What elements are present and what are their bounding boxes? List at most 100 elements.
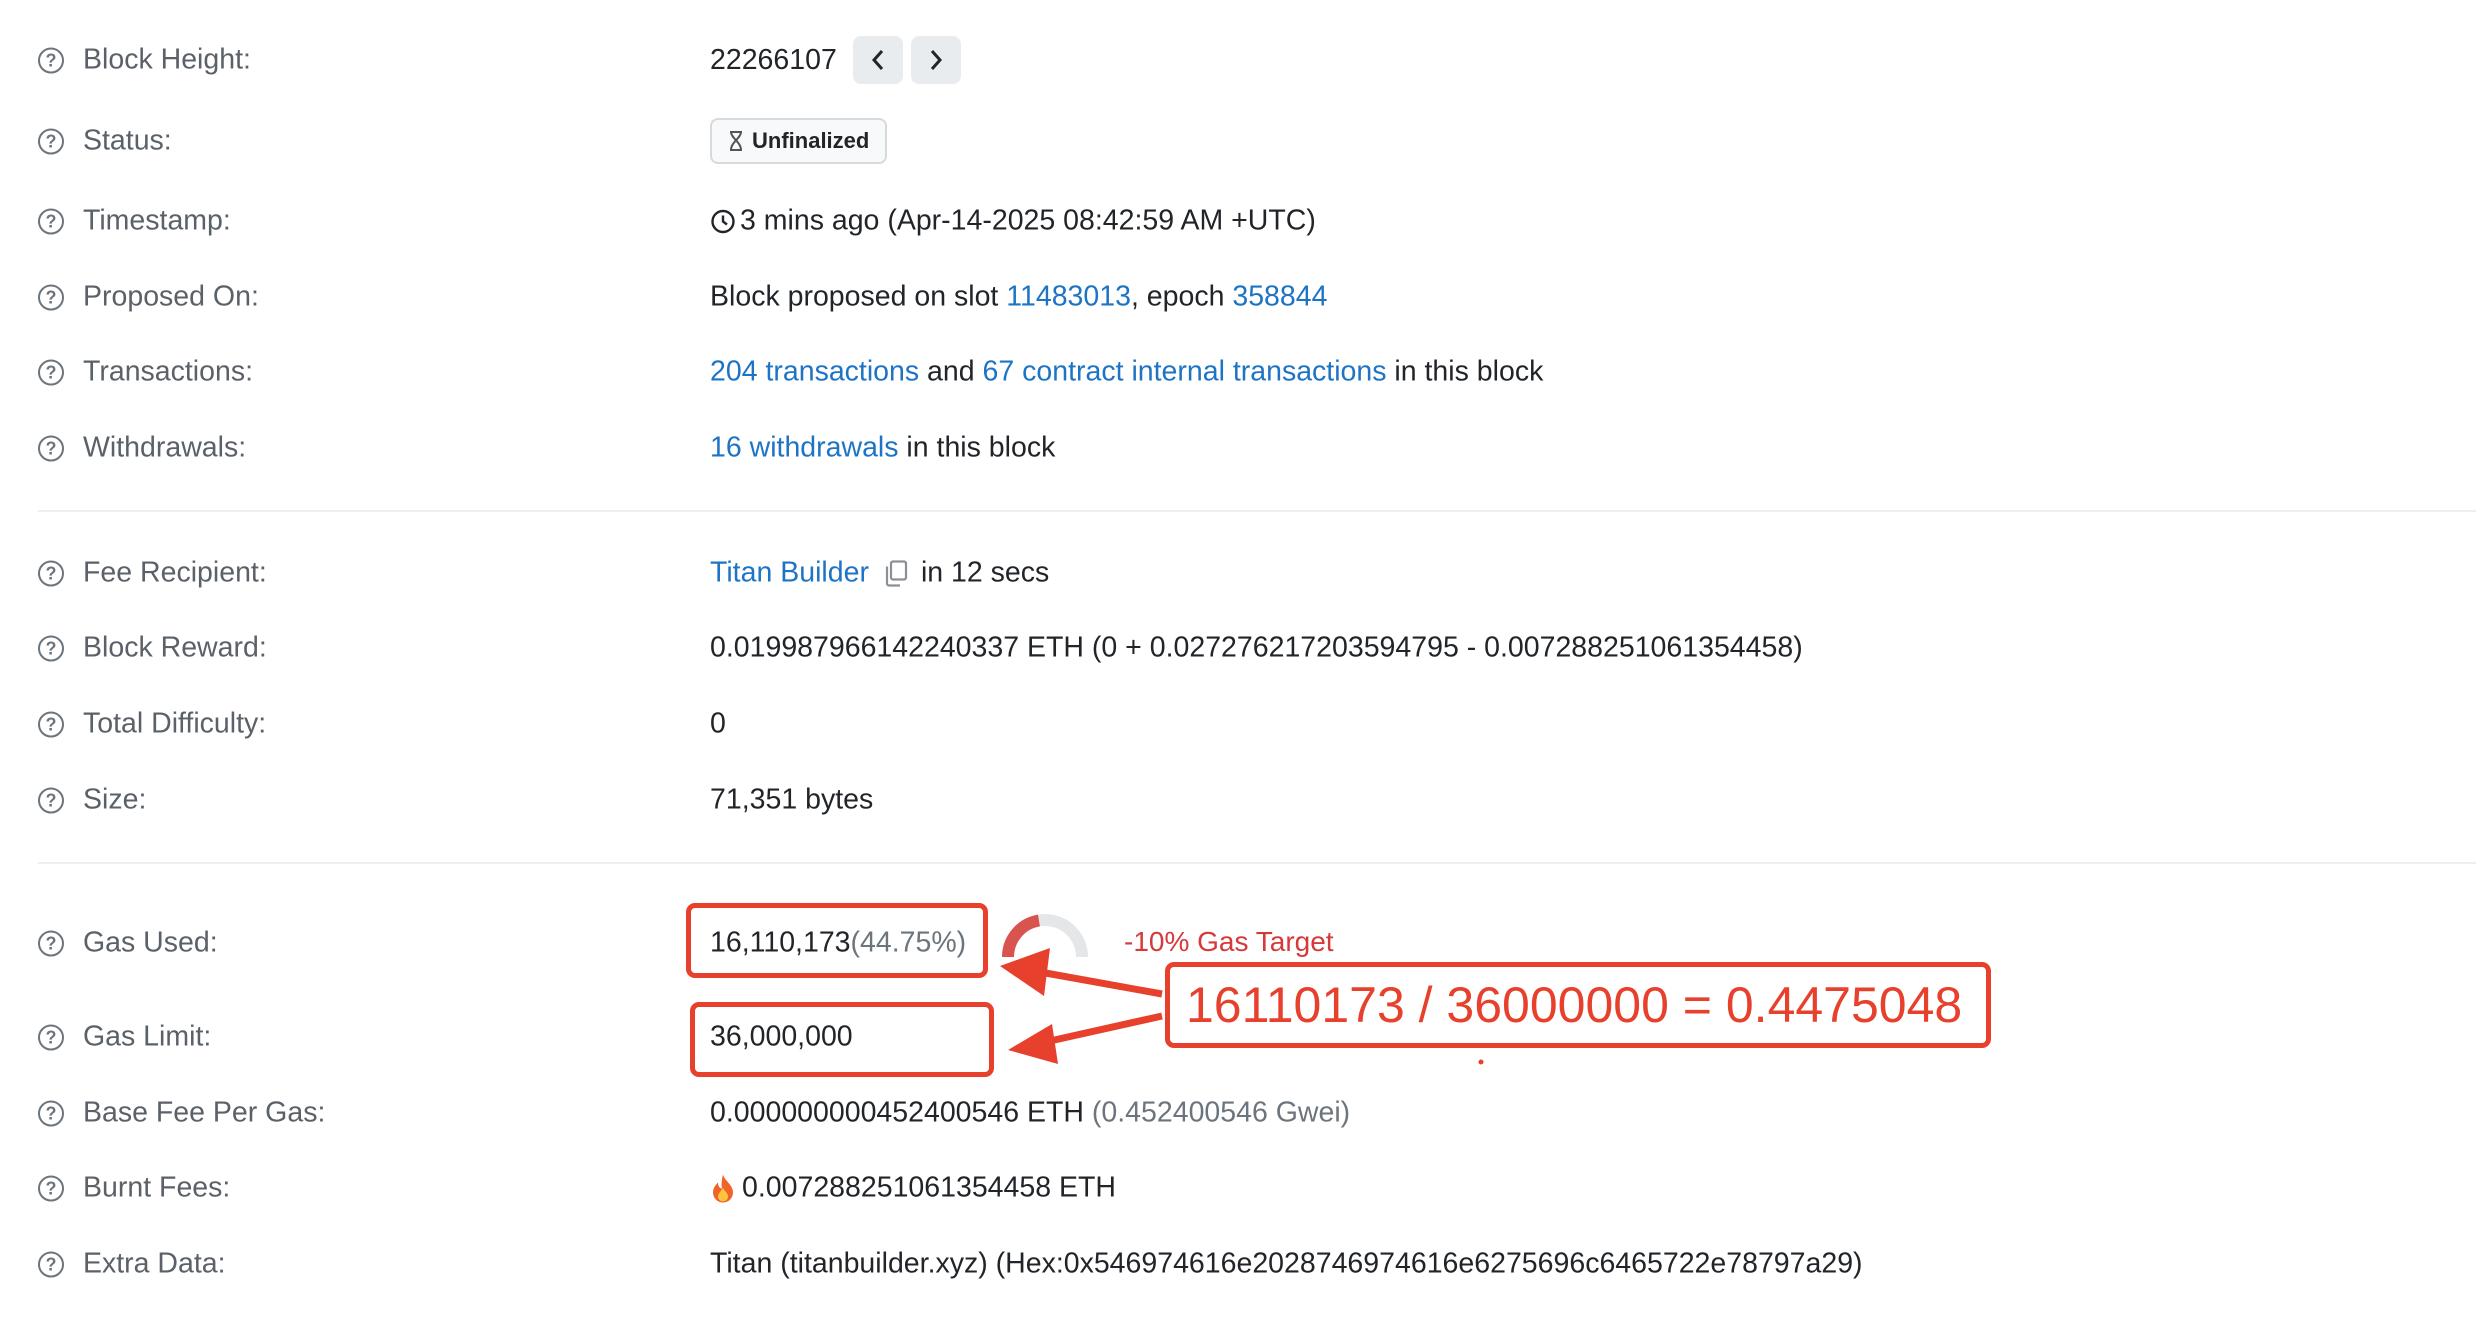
extra-data-value: Titan (titanbuilder.xyz) (Hex:0x54697461… bbox=[710, 1247, 1863, 1280]
value-extra-data: Titan (titanbuilder.xyz) (Hex:0x54697461… bbox=[710, 1248, 1863, 1281]
label-gas-used: ? Gas Used: bbox=[38, 927, 218, 960]
help-icon[interactable]: ? bbox=[38, 128, 64, 154]
transactions-link[interactable]: 204 transactions bbox=[710, 356, 919, 389]
value-burnt-fees: 0.007288251061354458 ETH bbox=[710, 1172, 1116, 1205]
help-icon[interactable]: ? bbox=[38, 359, 64, 385]
label-text: Total Difficulty: bbox=[83, 707, 267, 740]
label-text: Transactions: bbox=[83, 355, 254, 388]
label-burnt-fees: ? Burnt Fees: bbox=[38, 1172, 230, 1205]
proposed-middle: , epoch bbox=[1130, 280, 1233, 313]
help-icon[interactable]: ? bbox=[38, 711, 64, 737]
label-withdrawals: ? Withdrawals: bbox=[38, 432, 246, 465]
internal-transactions-link[interactable]: 67 contract internal transactions bbox=[983, 356, 1387, 389]
size-value: 71,351 bytes bbox=[710, 783, 874, 816]
row-status: ? Status: Unfinalized bbox=[0, 111, 2476, 171]
withdrawals-link[interactable]: 16 withdrawals bbox=[710, 432, 899, 465]
label-size: ? Size: bbox=[38, 784, 146, 817]
label-transactions: ? Transactions: bbox=[38, 356, 253, 389]
label-text: Size: bbox=[83, 783, 147, 816]
row-timestamp: ? Timestamp: 3 mins ago (Apr-14-2025 08:4… bbox=[0, 191, 2476, 251]
label-text: Block Height: bbox=[83, 43, 251, 76]
label-status: ? Status: bbox=[38, 125, 172, 158]
timestamp-value: 3 mins ago (Apr-14-2025 08:42:59 AM +UTC… bbox=[740, 204, 1316, 237]
label-text: Block Reward: bbox=[83, 631, 267, 664]
row-withdrawals: ? Withdrawals: 16 withdrawals in this blo… bbox=[0, 418, 2476, 478]
chevron-right-icon bbox=[930, 50, 942, 70]
label-text: Withdrawals: bbox=[83, 431, 247, 464]
epoch-link[interactable]: 358844 bbox=[1232, 281, 1327, 314]
help-icon[interactable]: ? bbox=[38, 635, 64, 661]
help-icon[interactable]: ? bbox=[38, 560, 64, 586]
help-icon[interactable]: ? bbox=[38, 435, 64, 461]
value-total-difficulty: 0 bbox=[710, 708, 726, 741]
value-transactions: 204 transactions and 67 contract interna… bbox=[710, 356, 1543, 389]
row-size: ? Size: 71,351 bytes bbox=[0, 770, 2476, 830]
row-block-height: ? Block Height: 22266107 bbox=[0, 30, 2476, 90]
label-fee-recipient: ? Fee Recipient: bbox=[38, 557, 267, 590]
value-timestamp: 3 mins ago (Apr-14-2025 08:42:59 AM +UTC… bbox=[710, 205, 1316, 238]
help-icon[interactable]: ? bbox=[38, 1251, 64, 1277]
base-fee-gwei: (0.452400546 Gwei) bbox=[1091, 1096, 1351, 1129]
hourglass-icon bbox=[730, 131, 742, 151]
label-block-reward: ? Block Reward: bbox=[38, 632, 267, 665]
label-timestamp: ? Timestamp: bbox=[38, 205, 231, 238]
prev-block-button[interactable] bbox=[852, 36, 903, 84]
help-icon[interactable]: ? bbox=[38, 1175, 64, 1201]
clock-icon bbox=[711, 209, 735, 233]
total-difficulty-value: 0 bbox=[710, 707, 726, 740]
help-icon[interactable]: ? bbox=[38, 47, 64, 73]
divider bbox=[38, 510, 2476, 512]
label-text: Status: bbox=[83, 124, 172, 157]
gas-target-label: -10% Gas Target bbox=[1124, 926, 1334, 957]
base-fee-value: 0.000000000452400546 ETH bbox=[710, 1096, 1092, 1129]
help-icon[interactable]: ? bbox=[38, 284, 64, 310]
help-icon[interactable]: ? bbox=[38, 208, 64, 234]
fee-recipient-suffix: in 12 secs bbox=[920, 556, 1050, 589]
label-text: Gas Limit: bbox=[83, 1020, 212, 1053]
value-block-height: 22266107 bbox=[710, 36, 961, 84]
annotation-gas-limit-box bbox=[690, 1002, 994, 1077]
block-height-value: 22266107 bbox=[710, 43, 837, 76]
next-block-button[interactable] bbox=[910, 36, 961, 84]
row-total-difficulty: ? Total Difficulty: 0 bbox=[0, 694, 2476, 754]
label-base-fee: ? Base Fee Per Gas: bbox=[38, 1097, 325, 1130]
status-badge: Unfinalized bbox=[710, 118, 888, 164]
gas-gauge-icon bbox=[1002, 914, 1088, 958]
label-text: Fee Recipient: bbox=[83, 556, 267, 589]
row-transactions: ? Transactions: 204 transactions and 67 c… bbox=[0, 342, 2476, 402]
proposed-prefix: Block proposed on slot bbox=[710, 280, 1007, 313]
row-block-reward: ? Block Reward: 0.019987966142240337 ETH … bbox=[0, 618, 2476, 678]
row-burnt-fees: ? Burnt Fees: 0.007288251061354458 ETH bbox=[0, 1158, 2476, 1218]
label-text: Base Fee Per Gas: bbox=[83, 1096, 326, 1129]
row-extra-data: ? Extra Data: Titan (titanbuilder.xyz) (H… bbox=[0, 1234, 2476, 1294]
label-text: Timestamp: bbox=[83, 204, 231, 237]
transactions-suffix: in this block bbox=[1386, 355, 1544, 388]
value-block-reward: 0.019987966142240337 ETH (0 + 0.02727621… bbox=[710, 632, 1803, 665]
divider bbox=[38, 862, 2476, 864]
row-proposed-on: ? Proposed On: Block proposed on slot 114… bbox=[0, 267, 2476, 327]
label-text: Gas Used: bbox=[83, 926, 218, 959]
label-block-height: ? Block Height: bbox=[38, 44, 251, 77]
status-text: Unfinalized bbox=[752, 128, 870, 153]
help-icon[interactable]: ? bbox=[38, 787, 64, 813]
chevron-left-icon bbox=[871, 50, 883, 70]
label-proposed-on: ? Proposed On: bbox=[38, 281, 259, 314]
burnt-fees-value: 0.007288251061354458 ETH bbox=[742, 1171, 1116, 1204]
value-withdrawals: 16 withdrawals in this block bbox=[710, 432, 1055, 465]
help-icon[interactable]: ? bbox=[38, 1100, 64, 1126]
annotation-gas-used-box bbox=[686, 903, 988, 978]
value-fee-recipient: Titan Builder in 12 secs bbox=[710, 557, 1049, 590]
withdrawals-suffix: in this block bbox=[898, 431, 1056, 464]
label-text: Burnt Fees: bbox=[83, 1171, 231, 1204]
fee-recipient-link[interactable]: Titan Builder bbox=[710, 557, 869, 590]
help-icon[interactable]: ? bbox=[38, 930, 64, 956]
label-gas-limit: ? Gas Limit: bbox=[38, 1021, 211, 1054]
slot-link[interactable]: 11483013 bbox=[1006, 281, 1131, 314]
block-reward-value: 0.019987966142240337 ETH (0 + 0.02727621… bbox=[710, 631, 1803, 664]
row-fee-recipient: ? Fee Recipient: Titan Builder in 12 secs bbox=[0, 543, 2476, 603]
fire-icon bbox=[713, 1174, 733, 1202]
copy-icon[interactable] bbox=[883, 559, 909, 587]
value-status: Unfinalized bbox=[710, 118, 888, 164]
label-text: Proposed On: bbox=[83, 280, 259, 313]
help-icon[interactable]: ? bbox=[38, 1024, 64, 1050]
